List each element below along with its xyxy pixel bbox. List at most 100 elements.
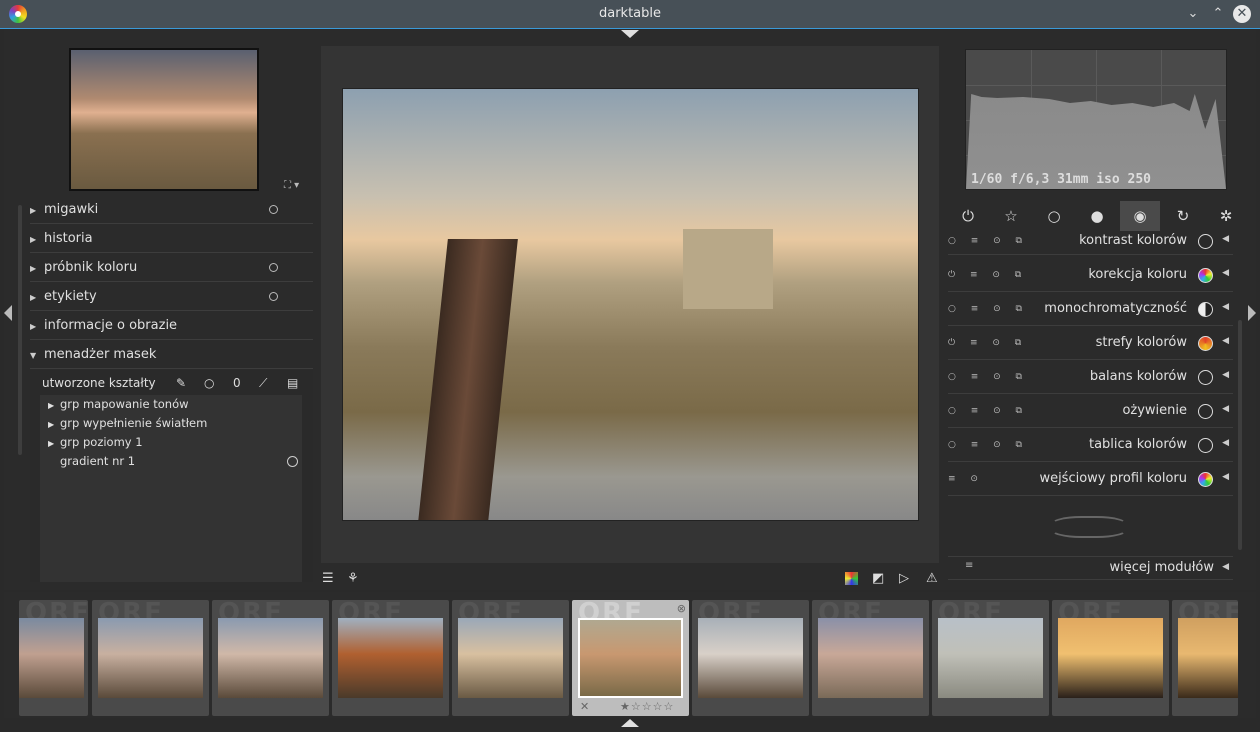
- softproof-icon[interactable]: ▷: [899, 571, 909, 586]
- collapse-top-panel-icon[interactable]: [621, 30, 639, 38]
- collapsed-arrow-icon: ▶: [30, 206, 37, 215]
- thumbnail-image: [938, 618, 1043, 698]
- right-module-1[interactable]: ⏻ ≡ ⊙ ⧉ korekcja koloru ◀: [948, 259, 1233, 292]
- more-modules-arrow-icon[interactable]: ◀: [1222, 562, 1229, 572]
- module-color-swatch-icon: [1198, 268, 1213, 283]
- collapse-right-panel-icon[interactable]: [1248, 305, 1256, 321]
- star-rating-icon[interactable]: ★☆☆☆☆: [620, 700, 674, 713]
- filmstrip-thumbnail[interactable]: ORF: [1052, 600, 1169, 716]
- module-header-icons[interactable]: ○ ≡ ⊙ ⧉: [948, 304, 1028, 314]
- menu-icon[interactable]: ☰: [322, 571, 334, 586]
- module-header-icons[interactable]: ≡ ⊙: [948, 474, 984, 484]
- module-header-icons[interactable]: ○ ≡ ⊙ ⧉: [948, 372, 1028, 382]
- left-module-3[interactable]: ▶ etykiety: [30, 283, 313, 311]
- mask-power-icon[interactable]: [287, 456, 298, 467]
- module-expand-arrow-icon[interactable]: ◀: [1222, 302, 1229, 312]
- close-icon[interactable]: ✕: [1233, 5, 1251, 23]
- right-module-4[interactable]: ○ ≡ ⊙ ⧉ balans kolorów ◀: [948, 361, 1233, 394]
- filmstrip-thumbnail[interactable]: ORF: [452, 600, 569, 716]
- remove-icon[interactable]: ⊗: [677, 602, 686, 615]
- mask-item[interactable]: ▶ grp mapowanie tonów: [48, 397, 189, 411]
- minimize-icon[interactable]: ⌄: [1184, 5, 1202, 23]
- photo-tree: [418, 239, 518, 520]
- gradient-shape-icon[interactable]: ▤: [287, 376, 298, 390]
- right-module-7[interactable]: ≡ ⊙ wejściowy profil koloru ◀: [948, 463, 1233, 496]
- module-header-icons[interactable]: ○ ≡ ⊙ ⧉: [948, 236, 1028, 246]
- filmstrip-thumbnail[interactable]: ORF: [692, 600, 809, 716]
- module-color-swatch-icon: [1198, 404, 1213, 419]
- module-expand-arrow-icon[interactable]: ◀: [1222, 472, 1229, 482]
- filmstrip-thumbnail[interactable]: ORF: [19, 600, 88, 716]
- window-title: darktable: [598, 6, 662, 21]
- module-expand-arrow-icon[interactable]: ◀: [1222, 268, 1229, 278]
- module-color-swatch-icon: [1198, 234, 1213, 249]
- filmstrip-thumbnail[interactable]: ORF: [92, 600, 209, 716]
- left-module-4[interactable]: ▶ informacje o obrazie: [30, 312, 313, 340]
- styles-icon[interactable]: ⚘: [347, 571, 359, 586]
- overexposed-icon[interactable]: ◩: [872, 571, 884, 586]
- ellipse-shape-icon[interactable]: 0: [233, 376, 241, 390]
- pencil-icon[interactable]: ✎: [176, 376, 186, 390]
- module-expand-arrow-icon[interactable]: ◀: [1222, 404, 1229, 414]
- collapse-bottom-panel-icon[interactable]: [621, 719, 639, 727]
- module-header-icons[interactable]: ⏻ ≡ ⊙ ⧉: [948, 270, 1027, 280]
- module-header-icons[interactable]: ○ ≡ ⊙ ⧉: [948, 406, 1028, 416]
- collapsed-arrow-icon: ▶: [30, 293, 37, 302]
- circle-shape-icon[interactable]: ○: [204, 376, 214, 390]
- mask-item[interactable]: gradient nr 1: [48, 454, 135, 468]
- histogram[interactable]: 1/60 f/6,3 31mm iso 250: [965, 49, 1227, 190]
- right-module-6[interactable]: ○ ≡ ⊙ ⧉ tablica kolorów ◀: [948, 429, 1233, 462]
- left-module-0[interactable]: ▶ migawki: [30, 196, 313, 224]
- mask-item[interactable]: ▶ grp wypełnienie światłem: [48, 416, 207, 430]
- thumbnail-image: [1058, 618, 1163, 698]
- left-module-2[interactable]: ▶ próbnik koloru: [30, 254, 313, 282]
- module-expand-arrow-icon[interactable]: ◀: [1222, 234, 1229, 244]
- thumbnail-image: [698, 618, 803, 698]
- more-modules-label: więcej modułów: [1109, 560, 1214, 575]
- reject-icon[interactable]: ✕: [580, 700, 589, 713]
- mask-item[interactable]: ▶ grp poziomy 1: [48, 435, 143, 449]
- collapse-left-panel-icon[interactable]: [4, 305, 12, 321]
- navigation-thumbnail[interactable]: [69, 48, 259, 191]
- filmstrip-thumbnail[interactable]: ORF: [1172, 600, 1238, 716]
- right-module-5[interactable]: ○ ≡ ⊙ ⧉ ożywienie ◀: [948, 395, 1233, 428]
- left-module-label: migawki: [44, 202, 99, 217]
- zoom-fit-icon[interactable]: ⛶ ▾: [284, 180, 299, 191]
- collapsed-arrow-icon: ▶: [30, 264, 37, 273]
- module-header-icons[interactable]: ⏻ ≡ ⊙ ⧉: [948, 338, 1027, 348]
- right-module-label: strefy kolorów: [1095, 335, 1187, 350]
- filmstrip-thumbnail[interactable]: ORF ✕ ★☆☆☆☆ ⊗: [572, 600, 689, 716]
- module-header-icons[interactable]: ○ ≡ ⊙ ⧉: [948, 440, 1028, 450]
- filmstrip-thumbnail[interactable]: ORF: [332, 600, 449, 716]
- module-color-swatch-icon: [1198, 336, 1213, 351]
- path-shape-icon[interactable]: ⟋: [259, 376, 267, 391]
- module-expand-arrow-icon[interactable]: ◀: [1222, 438, 1229, 448]
- left-module-label: historia: [44, 231, 93, 246]
- collapsed-arrow-icon: ▶: [30, 235, 37, 244]
- more-modules-menu-icon[interactable]: ≡: [965, 560, 973, 571]
- filmstrip-thumbnail[interactable]: ORF: [212, 600, 329, 716]
- gamut-check-icon[interactable]: ⚠: [926, 571, 938, 586]
- more-modules[interactable]: ≡ więcej modułów ◀: [948, 556, 1233, 580]
- left-module-5[interactable]: ▼ menadżer masek: [30, 341, 313, 369]
- color-assessment-icon[interactable]: [845, 572, 858, 585]
- mask-item-label: grp wypełnienie światłem: [60, 416, 208, 430]
- left-module-1[interactable]: ▶ historia: [30, 225, 313, 253]
- reset-icon[interactable]: [269, 263, 278, 272]
- module-expand-arrow-icon[interactable]: ◀: [1222, 336, 1229, 346]
- filmstrip-thumbnail[interactable]: ORF: [812, 600, 929, 716]
- left-panel-scrollbar[interactable]: [18, 205, 22, 455]
- mask-created-shapes-label: utworzone kształty: [42, 376, 156, 390]
- right-module-2[interactable]: ○ ≡ ⊙ ⧉ monochromatyczność ◀: [948, 293, 1233, 326]
- module-expand-arrow-icon[interactable]: ◀: [1222, 370, 1229, 380]
- right-panel-scrollbar[interactable]: [1238, 320, 1242, 550]
- right-module-label: monochromatyczność: [1044, 301, 1187, 316]
- right-module-3[interactable]: ⏻ ≡ ⊙ ⧉ strefy kolorów ◀: [948, 327, 1233, 360]
- maximize-icon[interactable]: ⌃: [1209, 5, 1227, 23]
- filmstrip-thumbnail[interactable]: ORF: [932, 600, 1049, 716]
- reset-icon[interactable]: [269, 292, 278, 301]
- module-color-swatch-icon: [1198, 370, 1213, 385]
- main-photo[interactable]: [342, 88, 919, 521]
- reset-icon[interactable]: [269, 205, 278, 214]
- right-module-0[interactable]: ○ ≡ ⊙ ⧉ kontrast kolorów ◀: [948, 225, 1233, 255]
